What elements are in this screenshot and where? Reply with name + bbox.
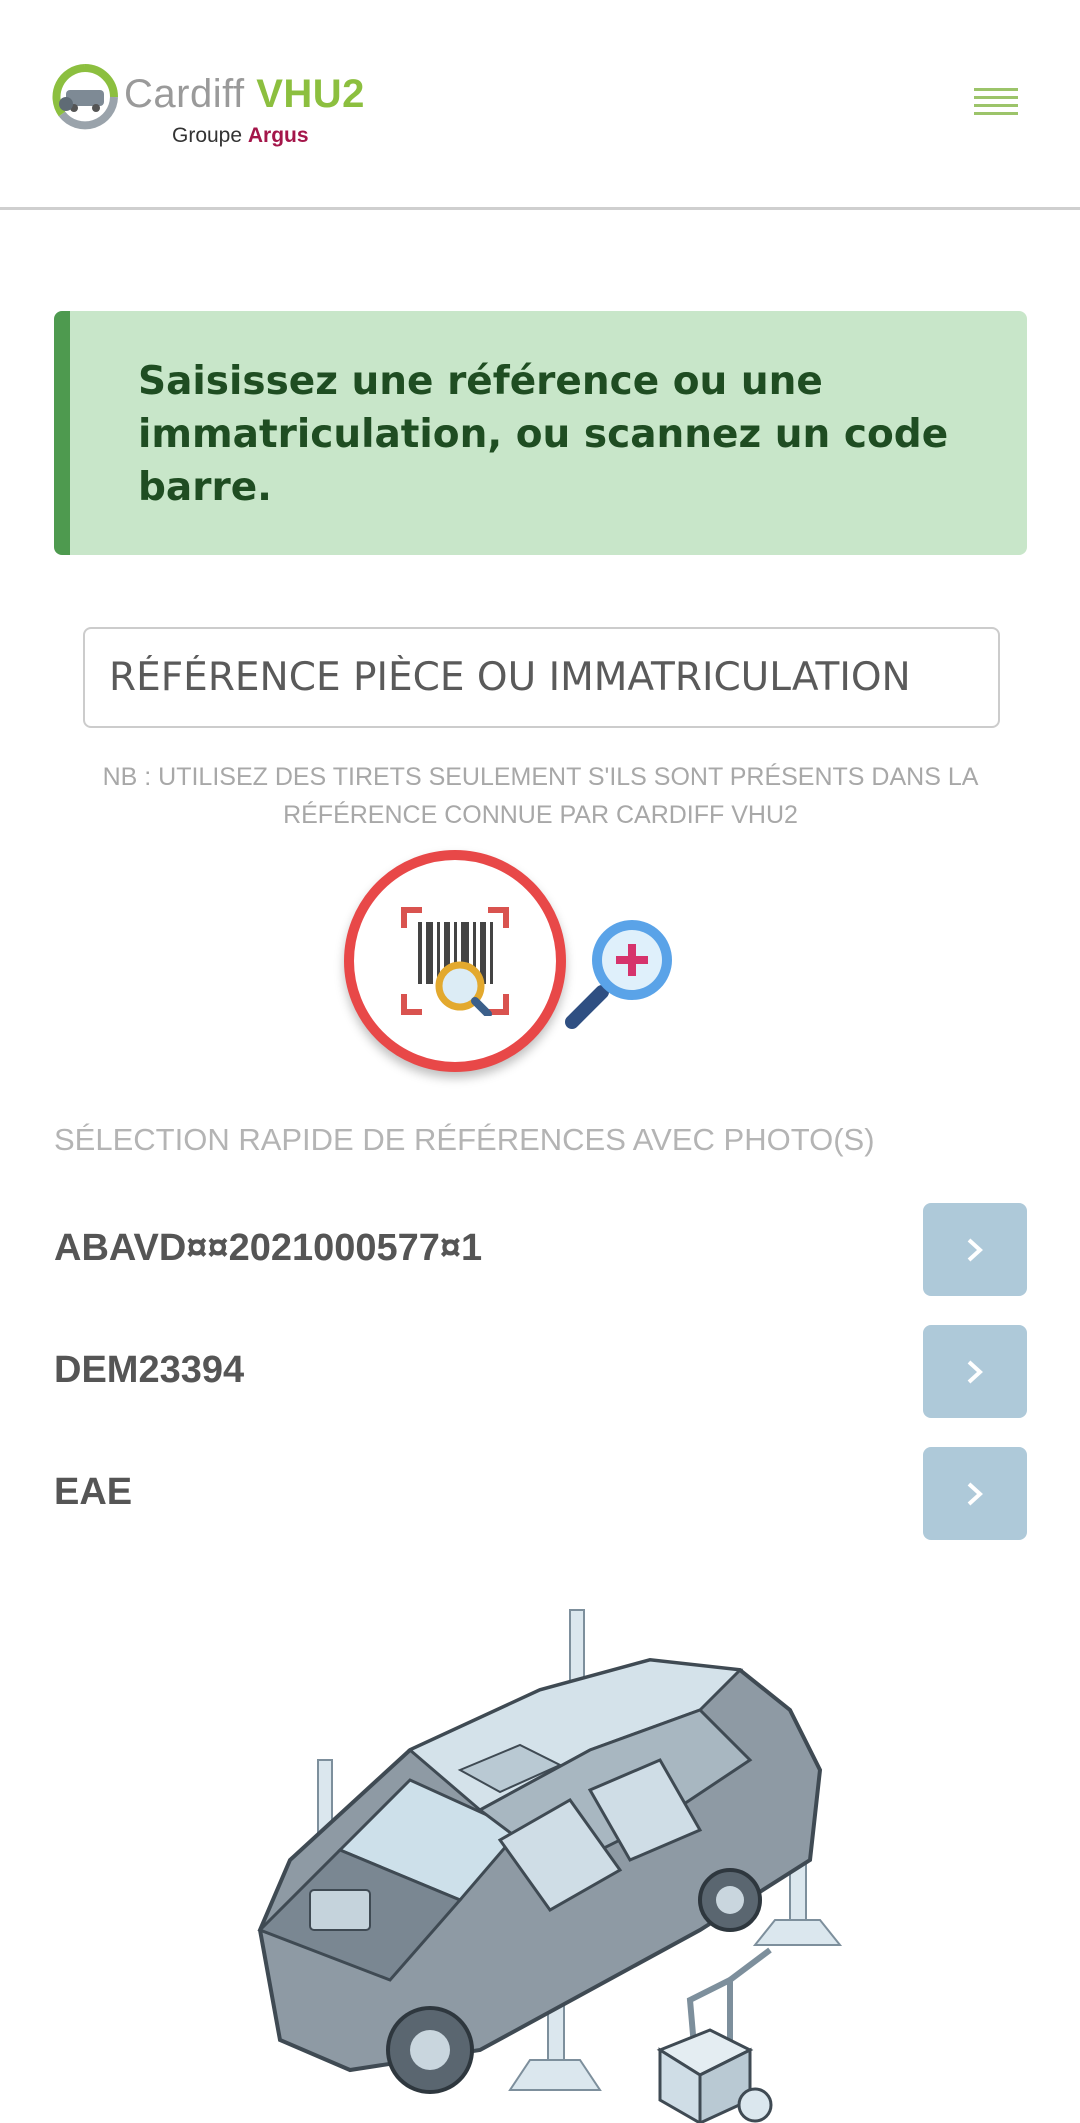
open-reference-button[interactable] — [923, 1203, 1027, 1296]
hyphen-note: NB : UTILISEZ DES TIRETS SEULEMENT S'ILS… — [102, 763, 979, 829]
zoom-in-icon[interactable] — [562, 912, 682, 1032]
list-item[interactable]: DEM23394 — [54, 1325, 1027, 1418]
list-item[interactable]: ABAVD¤¤2021000577¤1 — [54, 1203, 1027, 1296]
brand-subtitle: Groupe Argus — [172, 124, 309, 147]
banner-message: Saisissez une référence ou une immatricu… — [138, 359, 949, 510]
reference-label: ABAVD¤¤2021000577¤1 — [54, 1227, 483, 1269]
car-on-lift-illustration — [257, 1609, 843, 2123]
cardiff-vhu2-logo[interactable]: Cardiff VHU2 Groupe Argus — [52, 62, 382, 162]
scan-barcode-button[interactable] — [344, 850, 566, 1072]
app-header: Cardiff VHU2 Groupe Argus — [0, 0, 1080, 210]
open-reference-button[interactable] — [923, 1447, 1027, 1540]
list-item[interactable]: EAE — [54, 1447, 1027, 1540]
reference-label: EAE — [54, 1471, 133, 1513]
reference-search-input[interactable] — [83, 627, 1000, 728]
chevron-right-icon — [967, 1482, 983, 1506]
recycle-car-logo-icon — [52, 64, 118, 130]
info-banner: Saisissez une référence ou une immatricu… — [54, 311, 1027, 555]
brand-name: Cardiff VHU2 — [124, 72, 365, 116]
chevron-right-icon — [967, 1360, 983, 1384]
quick-select-title: SÉLECTION RAPIDE DE RÉFÉRENCES AVEC PHOT… — [54, 1122, 875, 1157]
chevron-right-icon — [967, 1238, 983, 1262]
open-reference-button[interactable] — [923, 1325, 1027, 1418]
reference-label: DEM23394 — [54, 1349, 245, 1391]
barcode-scan-icon — [401, 907, 509, 1016]
hamburger-menu-icon[interactable] — [972, 84, 1020, 124]
